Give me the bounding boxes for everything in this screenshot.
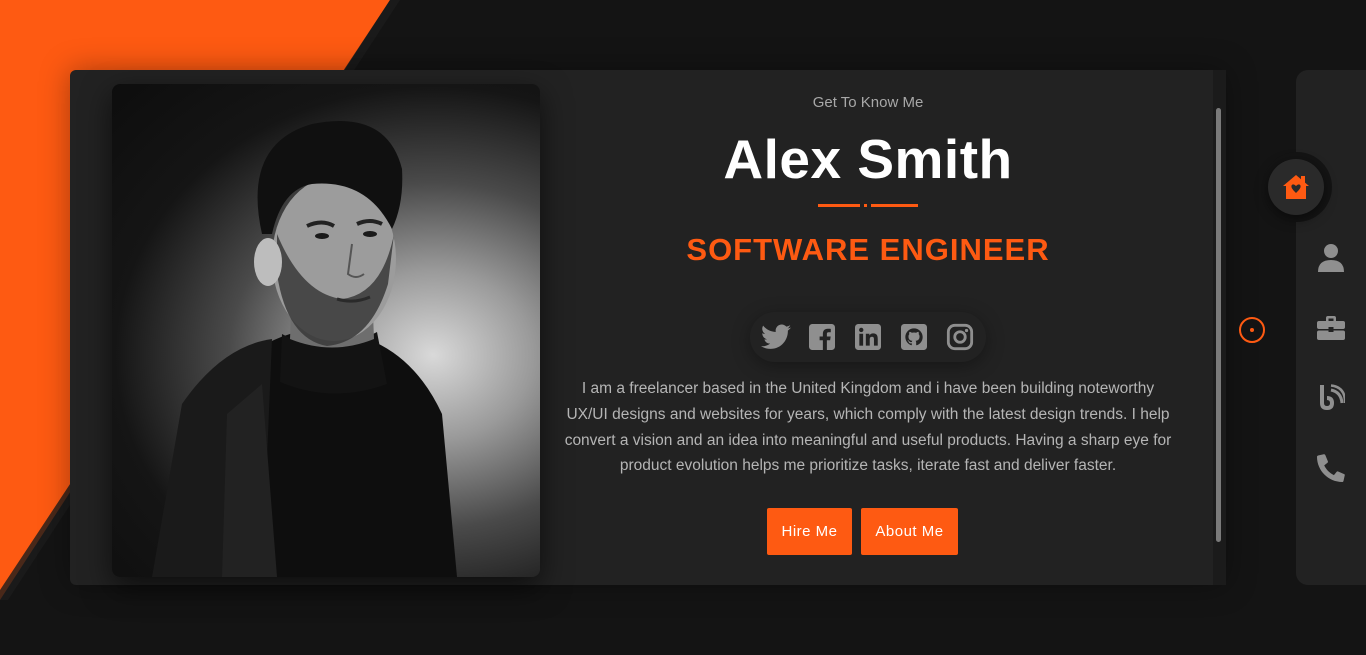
hero-eyebrow: Get To Know Me [812,94,924,111]
facebook-icon[interactable] [805,320,839,354]
hero-name: Alex Smith [723,128,1013,190]
linkedin-icon[interactable] [851,320,885,354]
hero-role: SOFTWARE ENGINEER [686,232,1050,267]
briefcase-icon [1317,316,1345,340]
twitter-icon[interactable] [759,320,793,354]
user-icon [1318,244,1344,272]
hero-card: Get To Know Me Alex Smith SOFTWARE ENGIN… [70,70,1226,585]
nav-item-portfolio[interactable] [1311,308,1351,348]
social-links [750,312,986,362]
hero-bio: I am a freelancer based in the United Ki… [564,380,1172,475]
github-icon[interactable] [897,320,931,354]
instagram-icon[interactable] [943,320,977,354]
nav-item-about[interactable] [1311,238,1351,278]
home-icon [1283,175,1309,199]
nav-item-blog[interactable] [1311,378,1351,418]
nav-item-home[interactable] [1268,159,1324,215]
about-me-button[interactable]: About Me [861,508,958,555]
phone-icon [1317,454,1345,482]
profile-photo [112,84,540,577]
scrollbar-thumb[interactable] [1216,108,1221,542]
blog-icon [1320,384,1345,410]
hire-me-button[interactable]: Hire Me [767,508,852,555]
nav-item-contact[interactable] [1311,448,1351,488]
portrait-illustration [152,121,457,577]
scroll-indicator[interactable] [1239,317,1265,343]
title-divider [818,204,918,207]
